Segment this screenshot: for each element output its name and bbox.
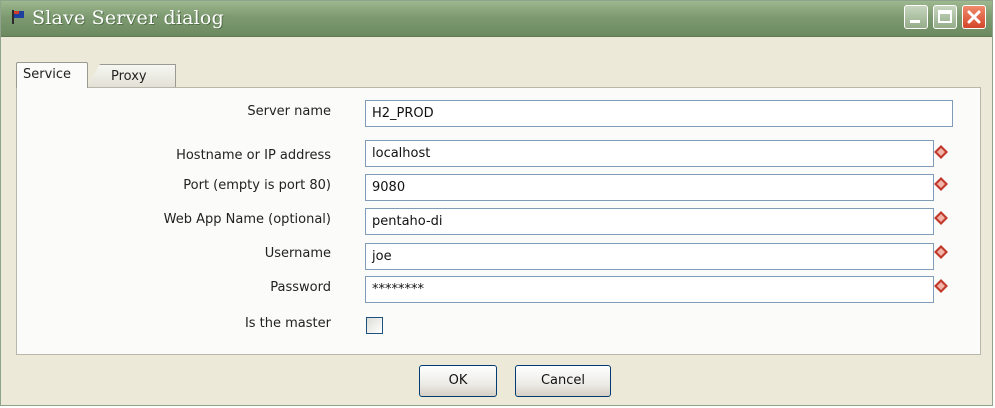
- hostname-label: Hostname or IP address: [176, 148, 331, 163]
- tab-service[interactable]: Service: [16, 62, 88, 88]
- maximize-icon: [938, 10, 952, 23]
- tab-proxy[interactable]: Proxy: [86, 64, 176, 88]
- webapp-label: Web App Name (optional): [163, 212, 331, 227]
- variable-diamond-icon[interactable]: [934, 177, 948, 191]
- maximize-button[interactable]: [933, 5, 957, 29]
- is-master-checkbox[interactable]: [366, 317, 383, 334]
- flag-icon: [12, 10, 24, 24]
- password-label: Password: [270, 280, 331, 295]
- server-name-field[interactable]: H2_PROD: [365, 100, 953, 127]
- tab-service-label: Service: [23, 67, 72, 82]
- port-field[interactable]: 9080: [365, 174, 934, 201]
- username-label: Username: [264, 246, 331, 261]
- tab-proxy-label: Proxy: [111, 69, 147, 84]
- minimize-icon: [910, 20, 920, 23]
- webapp-field[interactable]: pentaho-di: [365, 208, 934, 235]
- variable-diamond-icon[interactable]: [934, 211, 948, 225]
- window-title: Slave Server dialog: [32, 7, 224, 29]
- slave-server-dialog: Slave Server dialog Service Proxy Server: [0, 0, 993, 406]
- server-name-label: Server name: [247, 104, 331, 119]
- cancel-button[interactable]: Cancel: [515, 365, 611, 397]
- is-master-label: Is the master: [244, 316, 331, 331]
- ok-button[interactable]: OK: [419, 365, 497, 397]
- port-label: Port (empty is port 80): [183, 178, 331, 193]
- close-button[interactable]: [962, 5, 986, 29]
- password-field[interactable]: ********: [365, 276, 934, 303]
- variable-diamond-icon[interactable]: [934, 279, 948, 293]
- close-icon: [967, 10, 981, 24]
- minimize-button[interactable]: [904, 5, 928, 29]
- title-bar[interactable]: Slave Server dialog: [1, 1, 992, 37]
- hostname-field[interactable]: localhost: [365, 140, 934, 167]
- variable-diamond-icon[interactable]: [934, 145, 948, 159]
- service-panel: Server name H2_PROD Hostname or IP addre…: [16, 87, 981, 355]
- username-field[interactable]: joe: [365, 243, 934, 270]
- variable-diamond-icon[interactable]: [934, 245, 948, 259]
